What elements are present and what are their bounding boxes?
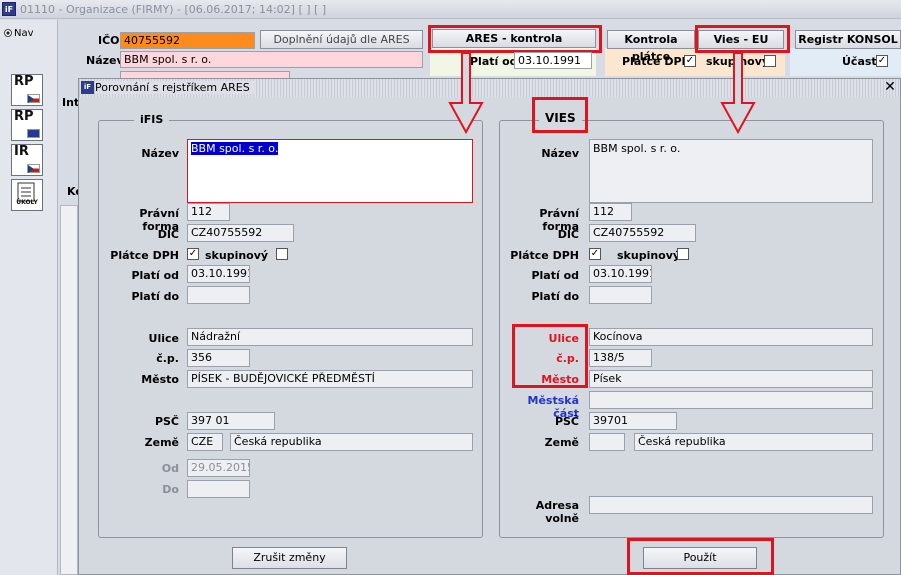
arrow-down-icon: [448, 52, 484, 135]
annotation-arrows: [448, 52, 756, 135]
arrow-down-icon: [720, 52, 756, 135]
